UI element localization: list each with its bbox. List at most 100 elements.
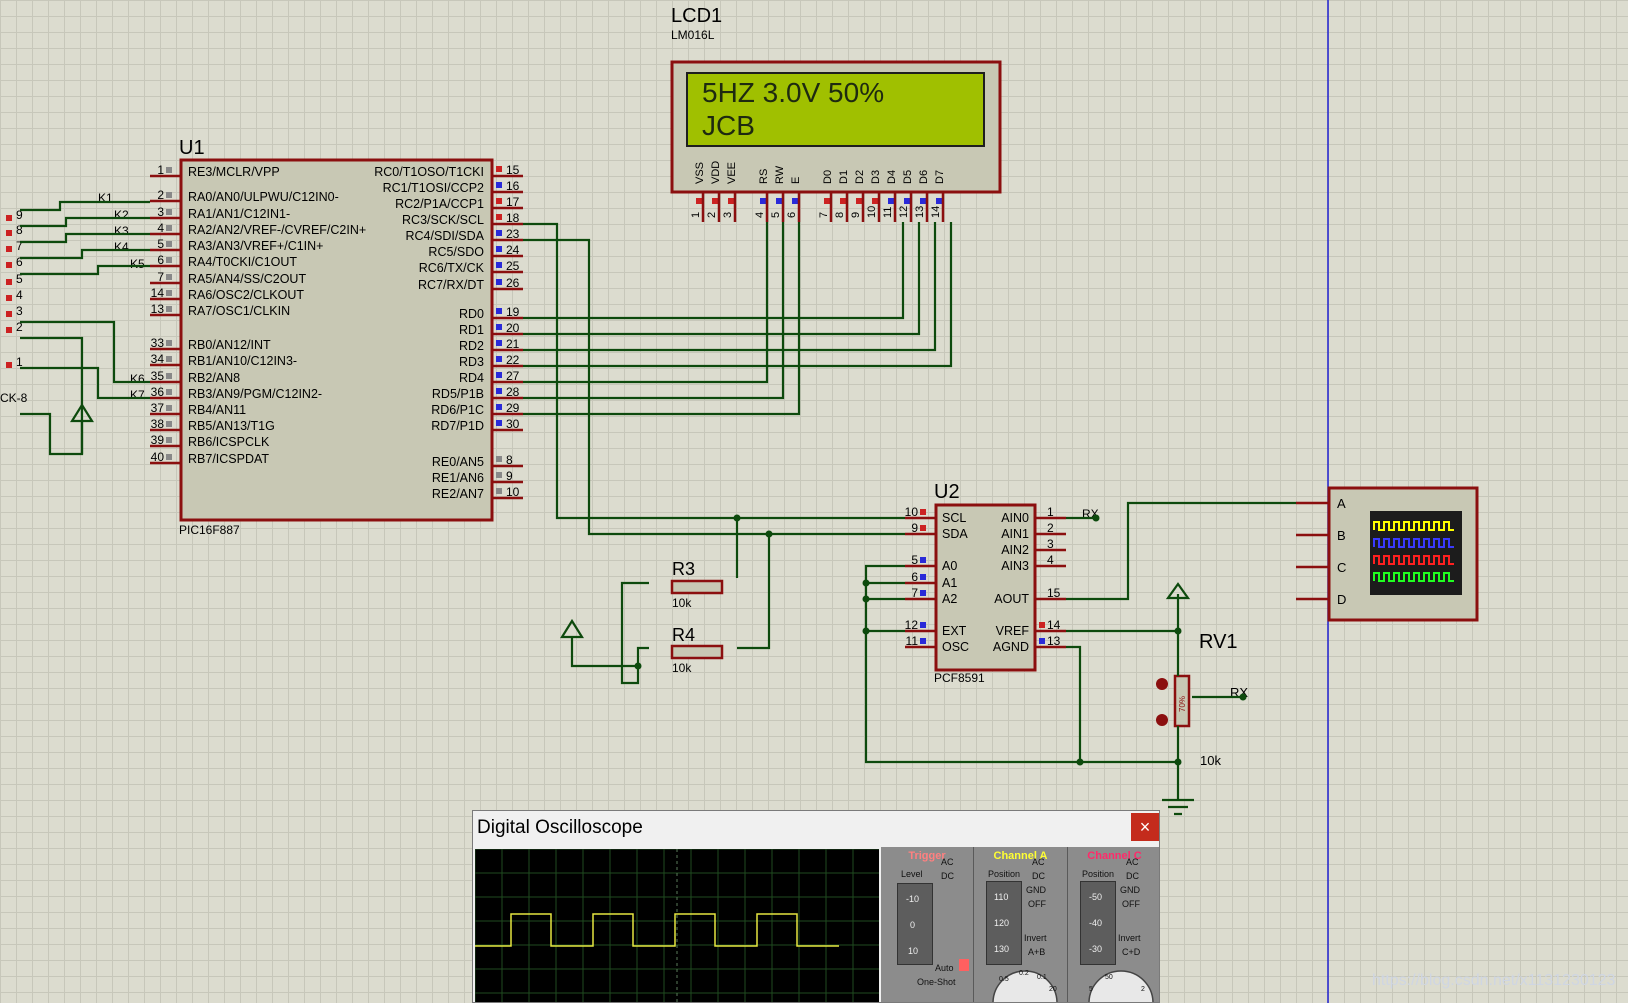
- u1-left-pin-marker: [166, 437, 172, 443]
- channel-a-invert-label: Invert: [1024, 933, 1047, 943]
- u1-right-pin-num: 23: [506, 227, 520, 241]
- lcd-pin-marker: [840, 198, 846, 204]
- dial-tick-1: 0.5: [999, 976, 1009, 983]
- u1-left-pin-num: 34: [151, 352, 165, 366]
- channel-a-position-knob[interactable]: 110 120 130: [986, 881, 1022, 965]
- key-edge-marker: [6, 230, 12, 236]
- oscilloscope-window[interactable]: Digital Oscilloscope × Trigger Level -10…: [472, 810, 1160, 1003]
- r4-resistor[interactable]: R4 10k: [670, 625, 724, 675]
- u1-left-pin-marker: [166, 373, 172, 379]
- wire[interactable]: [523, 222, 769, 384]
- key-pack-label: CK-8: [0, 391, 28, 405]
- channel-a-mode-dc[interactable]: DC: [1032, 871, 1045, 881]
- u2-right-pin-num: 3: [1047, 537, 1054, 551]
- u1-left-pin-marker: [166, 421, 172, 427]
- lcd-pin-marker: [760, 198, 766, 204]
- lcd1[interactable]: LCD1 LM016L 5HZ 3.0V 50% JCB VSS 1 VDD 2 VEE…: [670, 5, 1002, 222]
- u1-left-pin-num: 7: [157, 270, 164, 284]
- wire[interactable]: [737, 534, 771, 650]
- wire[interactable]: [523, 222, 905, 320]
- rv1-inc-control-icon[interactable]: [1156, 714, 1168, 726]
- channel-c-mode-dc[interactable]: DC: [1126, 871, 1139, 881]
- channel-c-heading: Channel C: [1087, 850, 1142, 862]
- lcd-pin-name: D1: [838, 170, 850, 184]
- u1-right-pin-num: 8: [506, 453, 513, 467]
- wire[interactable]: [523, 222, 937, 352]
- channel-a-mode-off[interactable]: OFF: [1028, 899, 1046, 909]
- channel-a-mode-gnd[interactable]: GND: [1026, 885, 1046, 895]
- u1-part: PIC16F887: [179, 523, 240, 537]
- scope-channel-label: B: [1337, 528, 1346, 543]
- u1-right-pin-name: RD2: [459, 339, 484, 353]
- u2-left-pin-name: SDA: [942, 527, 968, 541]
- channel-c-mode-gnd[interactable]: GND: [1120, 885, 1140, 895]
- trigger-auto-toggle[interactable]: [959, 959, 969, 971]
- u1-right-pin-name: RE1/AN6: [432, 471, 484, 485]
- lcd-pin-marker: [920, 198, 926, 204]
- r4-ref: R4: [672, 625, 695, 645]
- rv1-dec-control-icon[interactable]: [1156, 678, 1168, 690]
- trigger-section: Trigger Level -10 0 10 AC DC Auto One-Sh…: [881, 847, 974, 1002]
- key-edge-marker: [6, 362, 12, 368]
- wire[interactable]: [20, 216, 150, 228]
- oscilloscope-screen[interactable]: [474, 848, 879, 1002]
- u1-right-pin-num: 10: [506, 485, 520, 499]
- scope-instrument[interactable]: A B C D: [1296, 486, 1479, 622]
- trigger-tick-1: -10: [906, 894, 920, 904]
- u1-right-pin-name: RE0/AN5: [432, 455, 484, 469]
- key-edge-marker: [6, 279, 12, 285]
- wire[interactable]: [1066, 501, 1296, 601]
- wire[interactable]: [20, 336, 84, 456]
- u1-right-pin-name: RD7/P1D: [431, 419, 484, 433]
- wire[interactable]: [20, 232, 150, 244]
- u1-left-pin-num: 1: [157, 163, 164, 177]
- channel-c-mode-off[interactable]: OFF: [1122, 899, 1140, 909]
- wire-junction: [862, 595, 870, 603]
- channel-c-mode-ac[interactable]: AC: [1126, 857, 1139, 867]
- u1-left-pin-marker: [166, 225, 172, 231]
- u2-left-pin-marker: [920, 638, 926, 644]
- lcd-pin-marker: [856, 198, 862, 204]
- close-button[interactable]: ×: [1131, 813, 1159, 841]
- u2-pcf8591[interactable]: U2 PCF8591 10 SCL9 SDA5 A06 A17 A212 EXT11 OSC1…: [905, 481, 1099, 685]
- wire[interactable]: [523, 222, 953, 368]
- wire[interactable]: [523, 238, 905, 536]
- channel-a-mode-ac[interactable]: AC: [1032, 857, 1045, 867]
- lcd-pin-num: 5: [770, 212, 782, 218]
- u2-left-pin-marker: [920, 622, 926, 628]
- u1-right-pin-marker: [496, 420, 502, 426]
- u1-left-pin-num: 2: [157, 188, 164, 202]
- trigger-level-knob[interactable]: -10 0 10: [897, 883, 933, 965]
- wire[interactable]: [570, 638, 638, 668]
- wire[interactable]: [1066, 629, 1180, 676]
- r3-resistor[interactable]: R3 10k: [670, 559, 724, 610]
- u1-right-pin-name: RD3: [459, 355, 484, 369]
- u1-left-pin-marker: [166, 356, 172, 362]
- lcd-pin-num: 6: [786, 212, 798, 218]
- u1-left-pin-marker: [166, 167, 172, 173]
- u1-right-pin-num: 17: [506, 195, 520, 209]
- wire[interactable]: [523, 222, 785, 400]
- channel-c-position-knob[interactable]: -50 -40 -30: [1080, 881, 1116, 965]
- lcd1-part: LM016L: [671, 28, 715, 42]
- lcd-pin-marker: [792, 198, 798, 204]
- watermark-text: https://blog.csdn.net/x1131230123: [1372, 972, 1616, 989]
- lcd-pin-marker: [824, 198, 830, 204]
- r4-body: [670, 644, 724, 660]
- wire[interactable]: [523, 222, 905, 520]
- lcd-pin-name: D3: [870, 170, 882, 184]
- u1-left-pin-num: 5: [157, 237, 164, 251]
- timebase-dials[interactable]: 0.5 0.2 0.1 20 50 5 2: [981, 965, 1160, 1003]
- u1-right-pin-num: 24: [506, 243, 520, 257]
- wire[interactable]: [20, 200, 150, 212]
- u1-right-pin-marker: [496, 262, 502, 268]
- wire-junction: [862, 627, 870, 635]
- r3-value: 10k: [672, 596, 692, 610]
- rv1-ref: RV1: [1199, 631, 1238, 653]
- u1-right-pin-num: 22: [506, 353, 520, 367]
- channel-a-tick-3: 130: [994, 944, 1010, 954]
- channel-c-position-label: Position: [1082, 869, 1115, 879]
- lcd-pin-marker: [728, 198, 734, 204]
- u1-mcu[interactable]: U1 PIC16F887 1 RE3/MCLR/VPP 2 RA0/AN0/ULPWU…: [150, 137, 523, 537]
- rv1-potentiometer[interactable]: RV1 70% 10k RX: [1156, 631, 1248, 768]
